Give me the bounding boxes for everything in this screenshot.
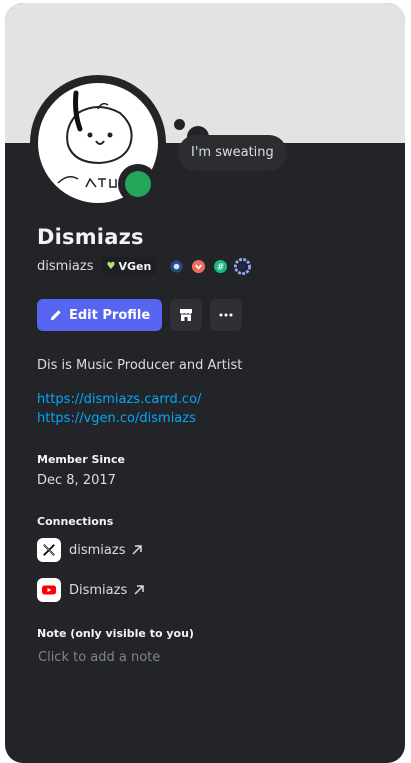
x-logo-icon [37, 538, 61, 562]
youtube-icon [37, 578, 61, 602]
edit-profile-button[interactable]: Edit Profile [37, 299, 163, 331]
pencil-icon [49, 308, 63, 322]
nitro-icon[interactable] [190, 258, 207, 275]
connection-name: dismiazs [69, 542, 126, 558]
shop-icon [178, 307, 194, 323]
note-heading: Note (only visible to you) [37, 627, 194, 640]
server-boost-icon[interactable] [234, 257, 252, 275]
svg-text:#: # [217, 261, 225, 272]
thought-dot-small [174, 119, 185, 130]
display-name: Dismiazs [37, 225, 144, 249]
quest-badge-icon[interactable]: # [212, 258, 229, 275]
custom-status-bubble[interactable]: I'm sweating [178, 135, 287, 171]
online-status-icon [125, 171, 151, 197]
note-input[interactable]: Click to add a note [38, 650, 160, 665]
external-link-icon [131, 544, 143, 556]
heart-icon: ♥ [106, 260, 116, 272]
server-tag[interactable]: ♥ VGen [101, 257, 157, 275]
connection-name: Dismiazs [69, 582, 128, 598]
server-tag-label: VGen [118, 259, 152, 273]
hypesquad-balance-icon[interactable] [168, 258, 185, 275]
member-since-heading: Member Since [37, 453, 125, 466]
edit-profile-label: Edit Profile [69, 307, 151, 323]
bio-link[interactable]: https://dismiazs.carrd.co/ [37, 392, 201, 407]
username-row: dismiazs ♥ VGen # [37, 255, 256, 277]
more-button[interactable] [210, 299, 243, 331]
badge-list: # [168, 257, 256, 275]
profile-actions: Edit Profile [37, 299, 250, 331]
shop-button[interactable] [170, 299, 203, 331]
connections-heading: Connections [37, 515, 114, 528]
username[interactable]: dismiazs [37, 259, 93, 274]
connection-item[interactable]: Dismiazs [37, 578, 145, 602]
more-icon [218, 307, 234, 323]
connection-item[interactable]: dismiazs [37, 538, 143, 562]
bio-link[interactable]: https://vgen.co/dismiazs [37, 411, 196, 426]
member-since-date: Dec 8, 2017 [37, 473, 116, 488]
bio-text: Dis is Music Producer and Artist [37, 358, 243, 373]
external-link-icon [133, 584, 145, 596]
profile-card: I'm sweating Dismiazs dismiazs ♥ VGen # [5, 3, 405, 763]
